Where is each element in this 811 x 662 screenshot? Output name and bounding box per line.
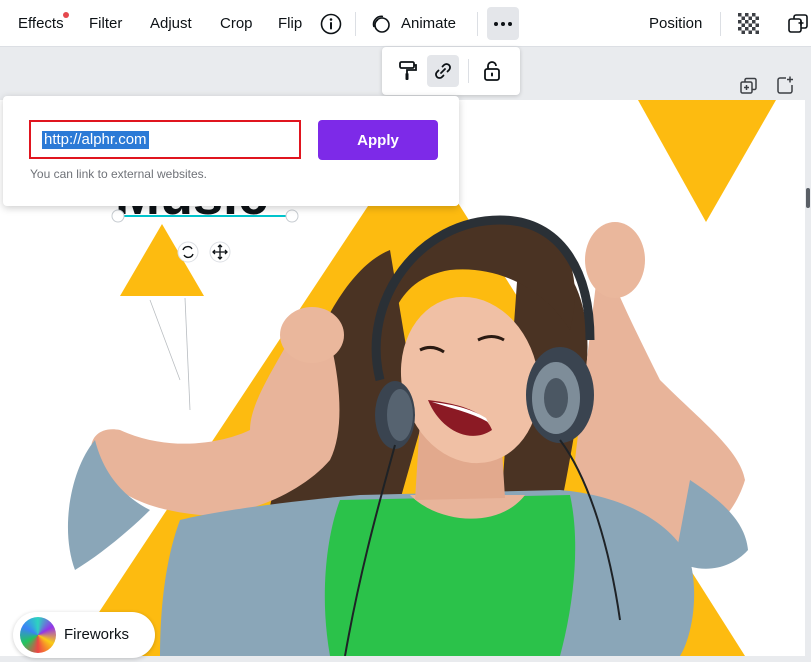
crop-label: Crop	[220, 15, 253, 32]
link-button[interactable]	[427, 55, 459, 87]
toolbar-divider	[355, 12, 356, 36]
animate-icon	[372, 15, 390, 33]
paint-roller-icon	[399, 61, 417, 80]
adjust-button[interactable]: Adjust	[150, 0, 192, 47]
position-button[interactable]: Position	[649, 0, 702, 47]
lock-icon	[484, 61, 500, 81]
filter-label: Filter	[89, 15, 123, 32]
effects-button[interactable]: Effects	[18, 0, 64, 47]
mini-toolbar-divider	[468, 59, 469, 83]
transparency-button[interactable]	[738, 0, 759, 47]
crop-button[interactable]: Crop	[220, 0, 253, 47]
effects-label: Effects	[18, 15, 64, 32]
link-url-value[interactable]: http://alphr.com	[42, 131, 149, 149]
top-toolbar: Effects Filter Adjust Crop Flip Animate …	[0, 0, 811, 47]
duplicate-button[interactable]	[787, 0, 809, 47]
copy-style-button[interactable]	[392, 55, 424, 87]
chip-label: Fireworks	[64, 626, 130, 643]
canvas-right-gutter	[805, 100, 811, 656]
scroll-thumb[interactable]	[806, 188, 810, 208]
notification-dot	[63, 12, 69, 18]
duplicate-page-button[interactable]	[739, 76, 759, 96]
add-page-button[interactable]	[775, 75, 795, 95]
more-dot	[501, 21, 505, 26]
animation-chip[interactable]: Fireworks	[13, 612, 155, 658]
lock-button[interactable]	[476, 55, 508, 87]
element-mini-toolbar	[382, 47, 520, 95]
animate-button[interactable]: Animate	[370, 0, 456, 47]
filter-button[interactable]: Filter	[89, 0, 122, 47]
link-icon	[435, 63, 451, 79]
fireworks-thumbnail	[20, 617, 56, 653]
rotate-handle[interactable]	[177, 241, 199, 263]
top-right-yellow-triangle	[638, 100, 776, 222]
link-url-field[interactable]: http://alphr.com	[29, 120, 301, 159]
duplicate-icon	[788, 13, 808, 33]
link-hint-text: You can link to external websites.	[30, 167, 207, 181]
toolbar-divider	[477, 12, 478, 36]
resize-handle-left	[111, 209, 125, 223]
apply-button[interactable]: Apply	[318, 120, 438, 160]
flip-label: Flip	[278, 15, 303, 32]
more-options-button[interactable]	[487, 7, 519, 40]
move-handle[interactable]	[209, 241, 231, 263]
toolbar-divider	[720, 12, 721, 36]
link-popup: http://alphr.com Apply You can link to e…	[3, 96, 459, 206]
info-icon	[320, 13, 342, 34]
adjust-label: Adjust	[150, 15, 192, 32]
duplicate-page-icon	[740, 77, 757, 94]
info-button[interactable]	[320, 0, 342, 47]
flip-button[interactable]: Flip	[278, 0, 302, 47]
animate-label: Animate	[401, 15, 457, 32]
transparency-icon	[738, 13, 759, 34]
more-dot	[508, 21, 512, 26]
resize-handle-right	[285, 209, 299, 223]
position-label: Position	[649, 15, 703, 32]
more-dots-icon	[494, 21, 498, 26]
add-page-icon	[777, 76, 793, 94]
